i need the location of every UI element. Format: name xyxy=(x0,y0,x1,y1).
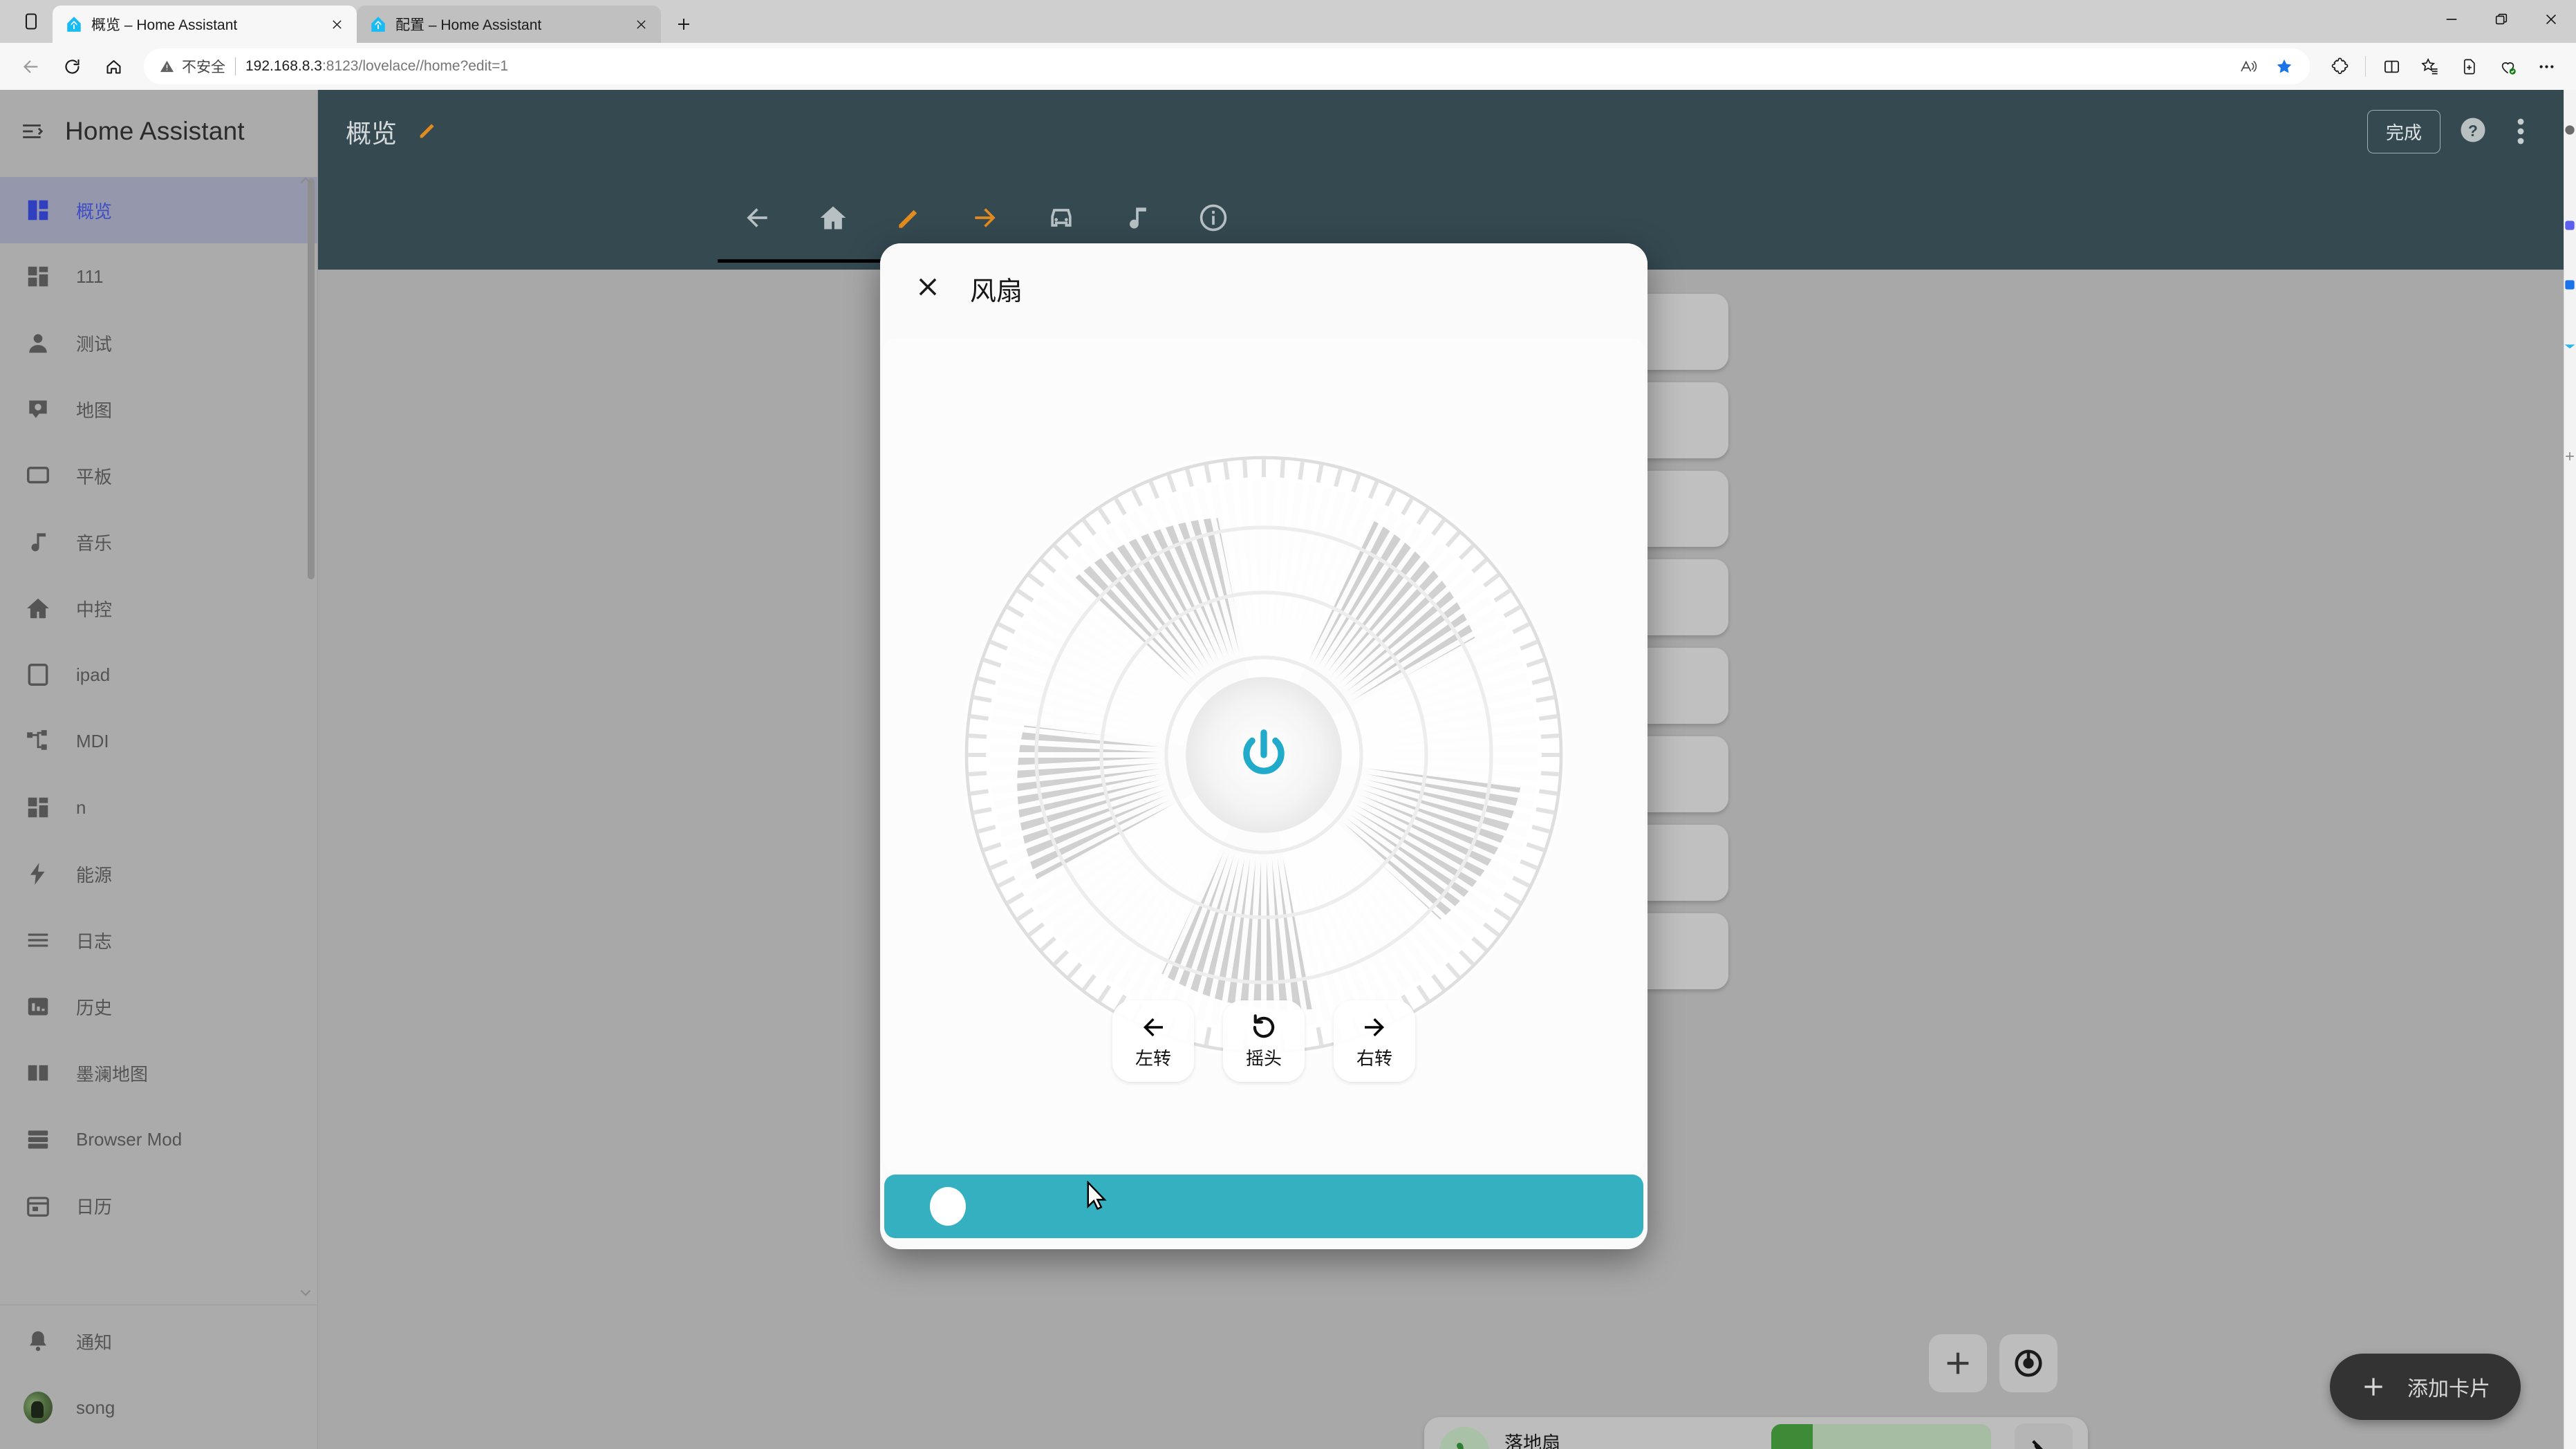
address-bar[interactable]: 不安全 192.168.8.3:8123/lovelace//home?edit… xyxy=(144,48,2310,84)
oscillate-label: 摇头 xyxy=(1245,1047,1282,1069)
tab-title: 配置 – Home Assistant xyxy=(395,17,542,33)
panel-app-3-icon[interactable] xyxy=(2563,339,2576,353)
new-tab-button[interactable] xyxy=(668,8,700,40)
browser-toolbar: 不安全 192.168.8.3:8123/lovelace//home?edit… xyxy=(0,43,2576,90)
browser-tab-1[interactable]: 配置 – Home Assistant xyxy=(357,6,661,43)
reload-icon[interactable] xyxy=(53,47,91,86)
tab-list-icon[interactable] xyxy=(10,3,53,40)
browser-tools xyxy=(2321,48,2565,85)
page-viewport: Home Assistant 概览 111 测试 地图 平板 音乐 中控 ipa… xyxy=(0,90,2564,1449)
warning-icon xyxy=(160,60,174,72)
security-label: 不安全 xyxy=(182,59,225,75)
collections-icon[interactable] xyxy=(2411,48,2449,85)
minimize-icon[interactable] xyxy=(2427,0,2476,39)
browser-side-panel xyxy=(2564,90,2576,1449)
panel-app-1-icon[interactable] xyxy=(2563,218,2576,232)
settings-more-icon[interactable] xyxy=(2528,48,2565,85)
add-tab-icon[interactable] xyxy=(2450,48,2488,85)
browser-tab-0[interactable]: 概览 – Home Assistant xyxy=(53,6,357,43)
home-assistant-favicon xyxy=(67,17,81,32)
home-assistant-favicon xyxy=(371,17,385,32)
browser-essentials-icon[interactable] xyxy=(2489,48,2526,85)
dialog-body: 左转 摇头 右转 xyxy=(883,339,1645,1170)
refresh-icon xyxy=(1253,1013,1275,1038)
extensions-icon[interactable] xyxy=(2321,48,2358,85)
power-button[interactable] xyxy=(1212,703,1316,807)
restore-icon[interactable] xyxy=(2476,0,2526,39)
fan-speed-dialog-slider[interactable] xyxy=(884,1175,1643,1238)
divider xyxy=(2365,56,2366,77)
close-icon[interactable] xyxy=(915,274,941,303)
mouse-cursor xyxy=(1087,1181,1107,1210)
url-text: 192.168.8.3:8123/lovelace//home?edit=1 xyxy=(245,58,509,74)
rotate-left-label: 左转 xyxy=(1135,1047,1171,1069)
close-window-icon[interactable] xyxy=(2526,0,2576,39)
panel-add-icon[interactable] xyxy=(2563,449,2576,463)
favorite-star-icon[interactable] xyxy=(2268,50,2300,82)
window-controls xyxy=(2427,0,2576,39)
browser-window: 概览 – Home Assistant 配置 – Home Assistant xyxy=(0,0,2576,1449)
back-icon[interactable] xyxy=(11,47,50,86)
fan-direction-buttons: 左转 摇头 右转 xyxy=(883,1000,1645,1082)
slider-handle[interactable] xyxy=(929,1187,966,1226)
split-screen-icon[interactable] xyxy=(2373,48,2410,85)
rotate-right-label: 右转 xyxy=(1356,1047,1392,1069)
security-warning[interactable]: 不安全 xyxy=(159,56,225,77)
oscillate-button[interactable]: 摇头 xyxy=(1223,1000,1305,1082)
dialog-header: 风扇 xyxy=(880,243,1648,333)
rotate-right-button[interactable]: 右转 xyxy=(1334,1000,1415,1082)
fan-dialog: 风扇 左转 摇头 右转 xyxy=(880,243,1648,1249)
tab-title: 概览 – Home Assistant xyxy=(91,17,238,33)
home-icon[interactable] xyxy=(94,47,133,86)
close-icon[interactable] xyxy=(326,14,347,35)
arrow-left-icon xyxy=(1144,1018,1163,1036)
copilot-icon[interactable] xyxy=(2563,123,2576,137)
panel-app-2-icon[interactable] xyxy=(2563,278,2576,292)
arrow-right-icon xyxy=(1365,1018,1384,1036)
omnibox-actions xyxy=(2232,50,2300,82)
power-icon xyxy=(1243,729,1285,774)
close-icon[interactable] xyxy=(631,14,651,35)
rotate-left-button[interactable]: 左转 xyxy=(1112,1000,1194,1082)
divider xyxy=(235,57,236,75)
read-aloud-icon[interactable] xyxy=(2232,50,2264,82)
dialog-title: 风扇 xyxy=(970,277,1023,306)
browser-tabstrip: 概览 – Home Assistant 配置 – Home Assistant xyxy=(0,0,2576,43)
